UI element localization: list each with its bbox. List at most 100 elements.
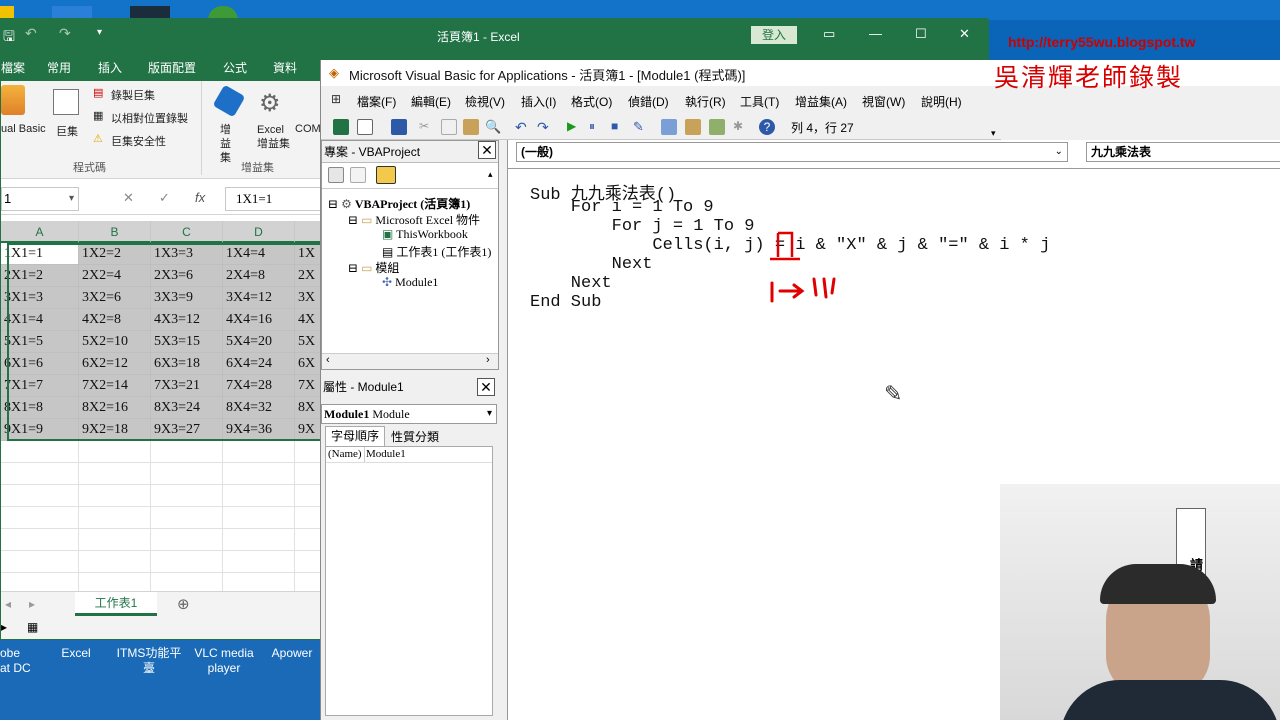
fx-icon[interactable]: fx [195,190,205,205]
macro-status-icon[interactable]: ▦ [27,620,38,634]
paste-icon[interactable] [463,119,479,135]
help-icon[interactable]: ? [759,119,775,135]
table-cell[interactable] [1,551,79,573]
menu-file[interactable]: 檔案(F) [357,93,396,110]
table-cell[interactable] [151,463,223,485]
formula-input[interactable]: 1X1=1 [225,187,321,211]
enter-icon[interactable]: ✓ [159,190,170,206]
sign-in-button[interactable]: 登入 [751,26,797,44]
copy-icon[interactable] [441,119,457,135]
tree-node-module1[interactable]: ✣ Module1 [382,275,438,290]
scroll-icon[interactable]: ▴ [488,169,493,180]
save-icon[interactable] [391,119,407,135]
object-browser-icon[interactable] [709,119,725,135]
tab-home[interactable]: 常用 [47,59,71,76]
minimize-icon[interactable]: — [869,26,882,41]
table-cell[interactable] [223,485,295,507]
close-icon[interactable]: ✕ [959,26,970,42]
ribbon-display-icon[interactable]: ▭ [823,26,835,42]
record-macro-button[interactable]: 錄製巨集 [111,87,155,103]
toggle-folders-icon[interactable] [376,166,396,184]
tree-node-thisworkbook[interactable]: ▣ ThisWorkbook [382,227,468,242]
menu-insert[interactable]: 插入(I) [521,93,556,110]
excel-addins-button[interactable]: Excel 增益集 [257,123,293,151]
menu-edit[interactable]: 編輯(E) [411,93,451,110]
sheet-tab[interactable]: 工作表1 [75,592,157,616]
taskbar-item-itms[interactable]: ITMS功能平 臺 [114,646,184,676]
menu-window[interactable]: 視窗(W) [862,93,905,110]
stop-icon[interactable]: ■ [611,119,627,135]
column-header[interactable]: A [1,221,79,243]
view-object-icon[interactable] [350,167,366,183]
addins-button[interactable]: 增益集 [220,123,240,165]
tab-page-layout[interactable]: 版面配置 [148,59,196,76]
undo-icon[interactable]: ↶ [25,25,37,42]
taskbar-item-adobe[interactable]: obe at DC [0,646,40,676]
relative-ref-button[interactable]: 以相對位置錄製 [111,110,188,126]
column-header[interactable]: B [79,221,151,243]
com-addins-button[interactable]: COM [295,123,321,135]
properties-icon[interactable] [685,119,701,135]
tree-node-project[interactable]: ⊟ ⚙ VBAProject (活頁簿1) [328,195,470,212]
table-cell[interactable] [1,485,79,507]
table-cell[interactable] [295,441,321,463]
view-code-icon[interactable] [328,167,344,183]
property-row-name[interactable]: (Name) Module1 [326,447,492,463]
table-cell[interactable] [223,463,295,485]
redo-icon[interactable]: ↷ [59,25,71,42]
chevron-down-icon[interactable]: ▾ [487,405,492,423]
table-cell[interactable] [223,529,295,551]
horizontal-scrollbar[interactable]: ‹ › [322,353,498,369]
object-dropdown[interactable]: Module1 Module ▾ [321,404,497,424]
undo-icon[interactable]: ↶ [515,119,531,135]
table-cell[interactable] [1,507,79,529]
table-cell[interactable] [295,529,321,551]
column-header[interactable]: C [151,221,223,243]
tab-file[interactable]: 檔案 [1,59,25,76]
chevron-down-icon[interactable]: ▾ [69,188,74,210]
find-icon[interactable]: 🔍 [485,119,501,135]
tab-categorized[interactable]: 性質分類 [385,428,445,446]
close-icon[interactable]: ✕ [477,378,495,396]
tab-insert[interactable]: 插入 [98,59,122,76]
scroll-left-icon[interactable]: ‹ [326,354,330,366]
cancel-icon[interactable]: ✕ [123,190,134,206]
macros-icon[interactable] [53,89,79,115]
table-cell[interactable] [223,441,295,463]
table-cell[interactable] [151,529,223,551]
table-cell[interactable] [1,529,79,551]
menu-debug[interactable]: 偵錯(D) [628,93,669,110]
menu-help[interactable]: 說明(H) [921,93,962,110]
tree-node-sheet1[interactable]: ▤ 工作表1 (工作表1) [382,243,491,260]
tree-node-excel-objects[interactable]: ⊟ ▭ Microsoft Excel 物件 [348,211,480,228]
run-icon[interactable]: ▶ [567,119,583,135]
tree-node-modules[interactable]: ⊟ ▭ 模組 [348,259,399,276]
procedure-combo[interactable]: 九九乘法表 [1086,142,1280,162]
toolbar-overflow-icon[interactable]: ▾ [991,128,996,139]
visual-basic-icon[interactable] [1,85,25,115]
next-sheet-icon[interactable]: ▸ [29,597,35,611]
menu-addins[interactable]: 增益集(A) [795,93,847,110]
table-cell[interactable] [79,507,151,529]
table-cell[interactable] [151,441,223,463]
table-cell[interactable] [223,551,295,573]
menu-format[interactable]: 格式(O) [571,93,612,110]
pause-icon[interactable]: ⏸ [589,119,605,135]
tab-data[interactable]: 資料 [273,59,297,76]
table-cell[interactable] [79,551,151,573]
table-cell[interactable] [1,441,79,463]
table-cell[interactable] [151,551,223,573]
scroll-right-icon[interactable]: › [486,354,490,366]
chevron-down-icon[interactable]: ⌄ [1055,143,1063,161]
close-icon[interactable]: ✕ [478,141,496,159]
table-cell[interactable] [151,485,223,507]
taskbar-item-vlc[interactable]: VLC media player [190,646,258,676]
maximize-icon[interactable]: ☐ [915,26,927,42]
menu-tools[interactable]: 工具(T) [740,93,779,110]
table-cell[interactable] [1,463,79,485]
taskbar-item-apower[interactable]: Apower [264,646,320,661]
table-cell[interactable] [79,529,151,551]
table-cell[interactable] [295,463,321,485]
table-cell[interactable] [79,463,151,485]
table-cell[interactable] [79,441,151,463]
